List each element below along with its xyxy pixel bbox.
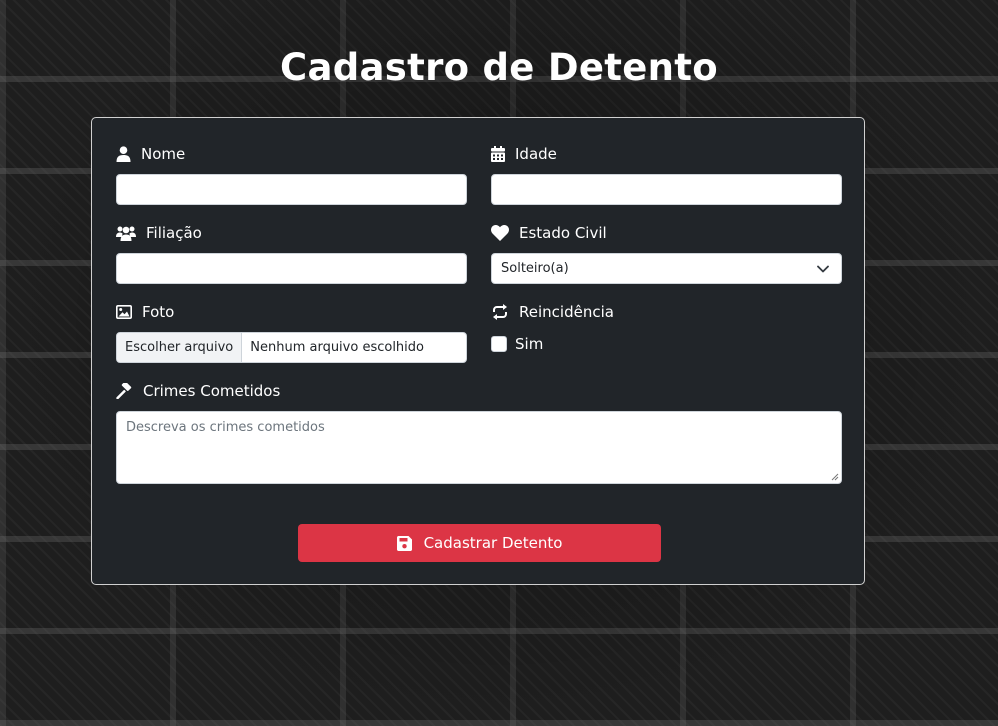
crimes-placeholder: Descreva os crimes cometidos [126,420,325,435]
cadastrar-detento-button[interactable]: Cadastrar Detento [298,524,661,562]
idade-label-text: Idade [515,145,557,163]
idade-label: Idade [491,145,557,163]
estado-civil-label: Estado Civil [491,224,607,242]
estado-civil-select[interactable]: Solteiro(a) [491,253,842,284]
crimes-textarea[interactable]: Descreva os crimes cometidos [116,411,842,484]
choose-file-button[interactable]: Escolher arquivo [117,333,243,362]
idade-input[interactable] [491,174,842,205]
resize-grip-icon[interactable] [831,473,839,481]
calendar-icon [491,146,505,162]
crimes-label-text: Crimes Cometidos [143,382,281,400]
users-icon [116,226,136,241]
filiacao-label-text: Filiação [146,224,202,242]
page-title: Cadastro de Detento [279,46,719,89]
crimes-label: Crimes Cometidos [116,382,280,400]
estado-civil-selected-value: Solteiro(a) [501,261,569,276]
estado-civil-label-text: Estado Civil [519,224,607,242]
foto-label: Foto [116,303,174,321]
reincidencia-label: Reincidência [491,303,614,321]
file-status-text: Nenhum arquivo escolhido [250,340,424,355]
heart-icon [491,225,509,241]
reincidencia-option-text: Sim [515,335,544,353]
save-icon [396,535,412,551]
gavel-icon [116,383,132,399]
user-icon [116,146,131,162]
nome-label: Nome [116,145,185,163]
nome-label-text: Nome [141,145,186,163]
foto-label-text: Foto [142,303,175,321]
nome-input[interactable] [116,174,467,205]
filiacao-label: Filiação [116,224,202,242]
reincidencia-label-text: Reincidência [519,303,614,321]
filiacao-input[interactable] [116,253,467,284]
foto-file-input[interactable]: Escolher arquivo Nenhum arquivo escolhid… [116,332,467,363]
image-icon [116,305,132,319]
chevron-down-icon [817,265,829,272]
repeat-icon [493,304,507,320]
cadastrar-detento-label: Cadastrar Detento [423,534,563,552]
reincidencia-checkbox[interactable] [491,336,507,352]
registration-form: Nome Idade Filiação Estado Civil Solteir… [91,117,865,585]
